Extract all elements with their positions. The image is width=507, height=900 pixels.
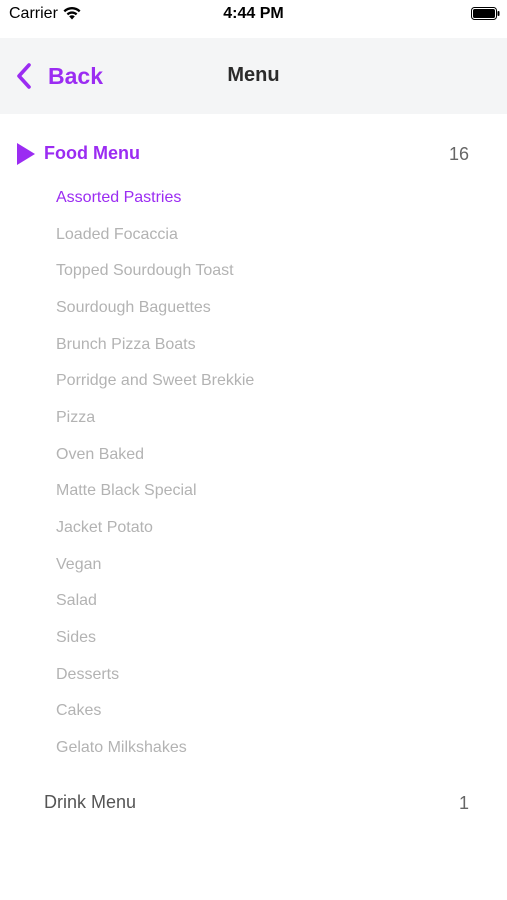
- list-item-sourdough-baguettes[interactable]: Sourdough Baguettes: [56, 299, 211, 317]
- list-item-gelato-milkshakes[interactable]: Gelato Milkshakes: [56, 739, 187, 757]
- list-item-vegan[interactable]: Vegan: [56, 556, 101, 574]
- list-item-brunch-pizza-boats[interactable]: Brunch Pizza Boats: [56, 336, 196, 354]
- battery-full-icon: [471, 7, 500, 20]
- triangle-right-icon: [17, 143, 35, 165]
- list-item-loaded-focaccia[interactable]: Loaded Focaccia: [56, 226, 178, 244]
- status-time: 4:44 PM: [223, 5, 284, 22]
- list-item-salad[interactable]: Salad: [56, 592, 97, 610]
- section-count: 1: [458, 793, 469, 813]
- list-item-oven-baked[interactable]: Oven Baked: [56, 446, 144, 464]
- section-title: Food Menu: [44, 143, 140, 163]
- list-item-assorted-pastries[interactable]: Assorted Pastries: [56, 189, 181, 207]
- list-item-jacket-potato[interactable]: Jacket Potato: [56, 519, 153, 537]
- list-item-porridge-sweet-brekkie[interactable]: Porridge and Sweet Brekkie: [56, 372, 254, 390]
- section-count: 16: [448, 144, 469, 164]
- list-item-pizza[interactable]: Pizza: [56, 409, 95, 427]
- section-food-menu: Food Menu 16: [0, 137, 507, 173]
- list-item-topped-sourdough-toast[interactable]: Topped Sourdough Toast: [56, 262, 234, 280]
- status-bar: Carrier 4:44 PM: [0, 0, 507, 38]
- section-header-drink-menu[interactable]: Drink Menu 1: [0, 786, 507, 822]
- navigation-bar: Back Menu: [0, 38, 507, 114]
- list-item-cakes[interactable]: Cakes: [56, 702, 101, 720]
- section-drink-menu: Drink Menu 1: [0, 786, 507, 822]
- page-title: Menu: [227, 64, 280, 86]
- section-title: Drink Menu: [44, 792, 137, 812]
- list-item-desserts[interactable]: Desserts: [56, 666, 119, 684]
- list-item-matte-black-special[interactable]: Matte Black Special: [56, 482, 197, 500]
- section-header-food-menu[interactable]: Food Menu 16: [0, 137, 507, 173]
- list-item-sides[interactable]: Sides: [56, 629, 96, 647]
